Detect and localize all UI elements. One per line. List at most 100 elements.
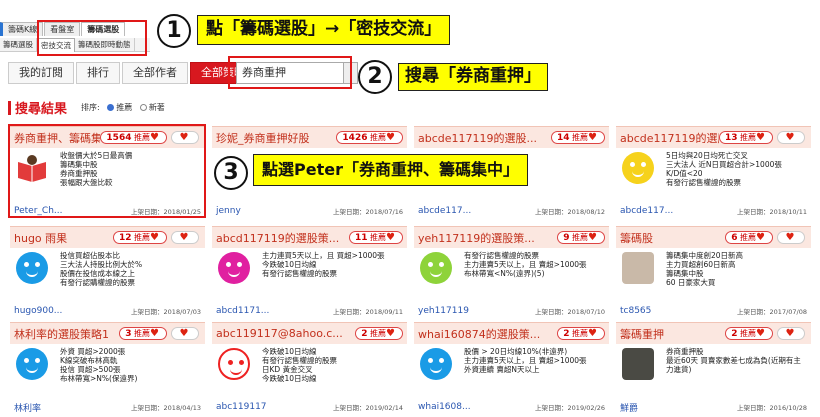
avatar [622,152,654,184]
recommend-label: 推薦 [134,329,151,338]
strategy-card[interactable]: yeh117119的選股策... 9 推薦♥ 有發行認售權證的股票 主力連賣5天以上… [414,226,609,318]
author-link[interactable]: jenny [216,206,241,216]
card-header: abcde117119的選股... 14 推薦♥ [414,126,609,148]
strategy-card[interactable]: 籌碼重押 2 推薦♥ ♥ 券商重押股 最近60天 買賣家數差七成為負(近期有主力進貨)… [616,322,811,414]
heart-icon: ♥ [386,232,395,243]
sort-recommend-radio[interactable] [107,104,115,111]
sort-options: 排序: 推薦 新著 [81,102,165,113]
card-title[interactable]: whai160874的選股策... [418,326,557,342]
card-description: 5日均與20日均死亡交叉 三大法人 近N日買超合計>1000張 K/D值<20 … [666,151,782,187]
author-link[interactable]: tc8565 [620,306,651,316]
heart-icon: ♥ [785,328,795,339]
card-footer: abcde117... 上架日期：2018/10/11 [616,204,811,218]
card-description: 股價 > 20日均線10%(非遠界) 主力連賣5天以上，且 賣超>1000張 外… [464,347,587,374]
date-prefix: 上架日期： [131,404,164,412]
card-body: 有發行認售權證的股票 主力連賣5天以上，且 賣超>1000張 布林帶寬<N%(遠… [414,248,609,304]
date-prefix: 上架日期： [131,308,164,316]
recommend-count: 3 [125,329,132,339]
date-prefix: 上架日期： [333,308,366,316]
heart-icon: ♥ [588,328,597,339]
date-prefix: 上架日期： [333,404,366,412]
recommend-badge: 11 推薦♥ [348,231,403,244]
heart-icon: ♥ [150,328,159,339]
results-header: 搜尋結果 排序: 推薦 新著 [8,98,165,117]
avatar [16,348,48,380]
card-title[interactable]: abcde117119的選股... [418,130,551,146]
avatar [420,348,452,380]
card-header: whai160874的選股策... 2 推薦♥ [414,322,609,344]
date-value: 2018/07/10 [567,308,605,316]
date-value: 2018/10/11 [769,208,807,216]
card-title[interactable]: abcd117119的選股策... [216,230,349,246]
results-marker [8,100,11,115]
author-link[interactable]: abcd1171... [216,306,269,316]
recommend-label: 推薦 [134,233,151,242]
recommend-badge: 13 推薦♥ [718,131,773,144]
card-description: 券商重押股 最近60天 買賣家數差七成為負(近期有主力進貨) [666,347,801,374]
heart-icon: ♥ [785,232,795,243]
recommend-count: 2 [731,329,738,339]
card-body: 券商重押股 最近60天 買賣家數差七成為負(近期有主力進貨) [616,344,811,400]
author-link[interactable]: 林利率 [14,401,41,414]
nav-my-subscriptions[interactable]: 我的訂閱 [8,62,74,84]
publish-date: 上架日期：2017/07/08 [737,306,807,316]
card-footer: abcde117... 上架日期：2018/08/12 [414,204,609,218]
nav-all-authors[interactable]: 全部作者 [122,62,188,84]
recommend-label: 推薦 [740,233,757,242]
author-link[interactable]: abc119117 [216,402,267,412]
author-link[interactable]: abcde117... [620,206,673,216]
recommend-badge: 2 推薦♥ [557,327,605,340]
favorite-button[interactable]: ♥ [777,327,805,340]
card-title[interactable]: abcde117119的選股... [620,130,719,146]
recommend-count: 11 [354,233,368,243]
recommend-label: 推薦 [572,233,589,242]
subtab-chip-select[interactable]: 籌碼選股 [0,38,37,52]
heart-icon: ♥ [588,132,597,143]
author-link[interactable]: abcde117... [418,206,471,216]
heart-icon: ♥ [386,328,395,339]
strategy-card[interactable]: abcde117119的選股...13 推薦♥ ♥5日均與20日均死亡交叉 三大法… [616,126,811,218]
strategy-card[interactable]: abcd117119的選股策... 11 推薦♥ 主力連買5天以上，且 買超>100… [212,226,407,318]
date-value: 2016/10/28 [769,404,807,412]
date-value: 2018/04/13 [163,404,201,412]
favorite-button[interactable]: ♥ [171,327,199,340]
card-title[interactable]: 珍妮_券商重押好股 [216,130,336,146]
recommend-badge: 12 推薦♥ [112,231,167,244]
card-footer: abc119117 上架日期：2019/02/14 [212,400,407,414]
publish-date: 上架日期：2018/07/03 [131,306,201,316]
sort-new-radio[interactable] [139,104,147,111]
card-body: 5日均與20日均死亡交叉 三大法人 近N日買超合計>1000張 K/D值<20 … [616,148,811,204]
publish-date: 上架日期：2018/04/13 [131,402,201,412]
avatar [16,252,48,284]
author-link[interactable]: hugo900... [14,306,62,316]
strategy-card[interactable]: whai160874的選股策... 2 推薦♥ 股價 > 20日均線10%(非遠界)… [414,322,609,414]
strategy-card[interactable]: 林利率的選股策略1 3 推薦♥ ♥ 外資 買超>2000張 K線突破布林高軌 投信 買… [10,322,205,414]
card-title[interactable]: yeh117119的選股策... [418,230,557,246]
publish-date: 上架日期：2019/02/26 [535,402,605,412]
card-title[interactable]: 林利率的選股策略1 [14,326,119,342]
date-value: 2017/07/08 [769,308,807,316]
heart-icon: ♥ [785,132,795,143]
favorite-button[interactable]: ♥ [171,231,199,244]
step-3-note: 點選Peter「券商重押、籌碼集中」 [253,154,528,186]
strategy-card[interactable]: 籌碼股 6 推薦♥ ♥ 籌碼集中度創20日新高 主力買超創60日新高 籌碼集中股 60… [616,226,811,318]
date-value: 2018/08/12 [567,208,605,216]
card-body: 籌碼集中度創20日新高 主力買超創60日新高 籌碼集中股 60 日豪家大買 [616,248,811,304]
recommend-label: 推薦 [572,329,589,338]
recommend-label: 推薦 [370,329,387,338]
strategy-card[interactable]: abc119117@8ahoo.c... 2 推薦♥ 今跌破10日均線 有發行認售權… [212,322,407,414]
card-title[interactable]: 籌碼股 [620,230,725,246]
card-title[interactable]: hugo 雨果 [14,230,113,246]
nav-ranking[interactable]: 排行 [76,62,120,84]
author-link[interactable]: whai1608... [418,402,471,412]
card-description: 投信買超佔股本比 三大法人持股比例大於% 股價在投信成本線之上 有發行認購權證的… [60,251,143,287]
author-link[interactable]: yeh117119 [418,306,469,316]
card-title[interactable]: 籌碼重押 [620,326,725,342]
favorite-button[interactable]: ♥ [777,231,805,244]
card-title[interactable]: abc119117@8ahoo.c... [216,327,355,340]
date-prefix: 上架日期： [333,208,366,216]
strategy-card[interactable]: hugo 雨果 12 推薦♥ ♥ 投信買超佔股本比 三大法人持股比例大於% 股價在投信… [10,226,205,318]
card-footer: abcd1171... 上架日期：2018/09/11 [212,304,407,318]
favorite-button[interactable]: ♥ [777,131,805,144]
author-link[interactable]: 鮮爵 [620,401,638,414]
